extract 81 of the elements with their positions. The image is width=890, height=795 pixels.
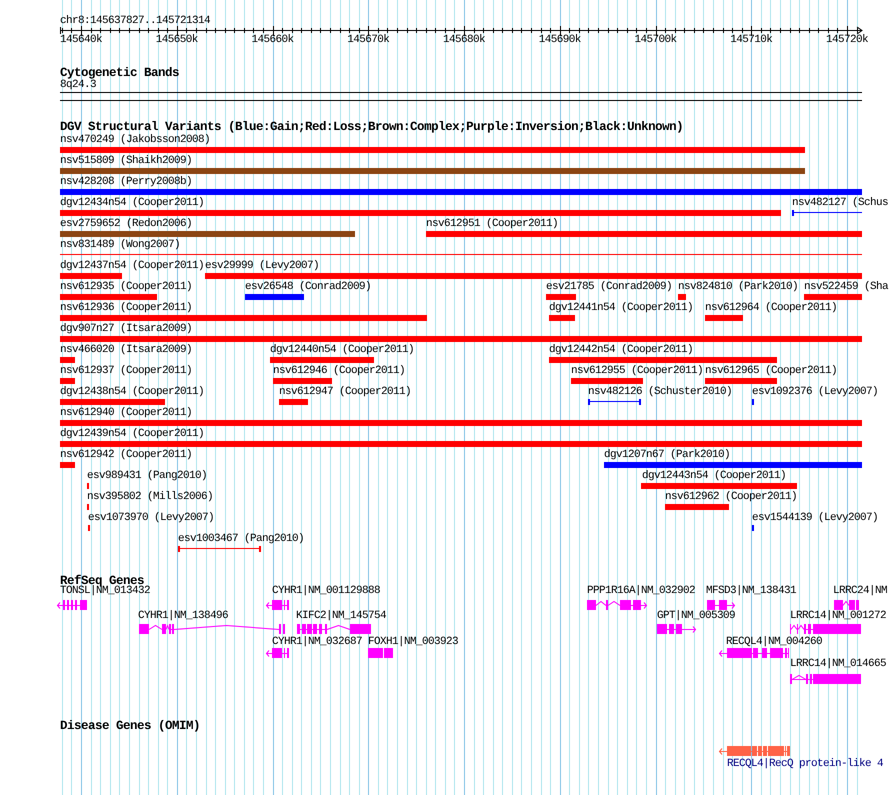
- gene-label: LRRC24|NM: [833, 586, 888, 597]
- variant-label: nsv482127 (Schus: [792, 198, 888, 209]
- variant-label: nsv612962 (Cooper2011): [665, 492, 798, 503]
- gene-label: RECQL4|RecQ protein-like 4: [727, 759, 884, 770]
- track-title: DGV Structural Variants (Blue:Gain;Red:Loss;Brown:Complex;Purple:Inversion;Black:Unknown): [60, 121, 684, 134]
- variant-label: nsv612936 (Cooper2011): [60, 303, 192, 314]
- variant-label: nsv612946 (Cooper2011): [273, 366, 406, 377]
- tick-label: 145700k: [634, 35, 677, 46]
- track-title: Cytogenetic Bands: [60, 67, 180, 80]
- gene-label: PPP1R16A|NM_032902: [587, 586, 696, 597]
- variant-label: dgv12434n54 (Cooper2011): [60, 198, 204, 209]
- variant-label: nsv612947 (Cooper2011): [279, 387, 412, 398]
- variant-label: dgv12441n54 (Cooper2011): [549, 303, 694, 314]
- gene-label: FOXH1|NM_003923: [368, 637, 458, 648]
- tick-label: 145670k: [347, 35, 390, 46]
- gene-model-drawing: [834, 600, 859, 610]
- gene-label: RECQL4|NM_004260: [726, 637, 822, 648]
- variant-label: dgv12443n54 (Cooper2011): [642, 471, 786, 482]
- tick-label: 145660k: [252, 35, 294, 46]
- variant-label: dgv907n27 (Itsara2009): [60, 324, 192, 335]
- gene-label: CYHR1|NM_138496: [138, 611, 228, 622]
- variant-label: dgv12442n54 (Cooper2011): [549, 345, 694, 356]
- variant-label: nsv824810 (Park2010): [678, 282, 798, 293]
- gene-label: CYHR1|NM_001129888: [272, 586, 380, 597]
- variant-label: esv989431 (Pang2010): [87, 471, 208, 482]
- gene-label: TONSL|NM_013432: [60, 586, 150, 597]
- gene-model-drawing: [266, 600, 289, 610]
- variant-label: esv1544139 (Levy2007): [752, 513, 878, 524]
- band-label: 8q24.3: [60, 80, 96, 91]
- gene-label: CYHR1|NM_032687: [272, 637, 362, 648]
- gene-model-drawing: [719, 648, 789, 658]
- variant-label: dgv12437n54 (Cooper2011): [60, 261, 204, 272]
- tick-label: 145650k: [156, 35, 198, 46]
- variant-label: nsv482126 (Schuster2010): [588, 387, 732, 398]
- variant-label: dgv1207n67 (Park2010): [604, 450, 730, 461]
- variant-label: nsv612951 (Cooper2011): [426, 219, 558, 230]
- variant-label: nsv466020 (Itsara2009): [60, 345, 192, 356]
- gene-model-drawing: [57, 600, 87, 610]
- variant-label: nsv470249 (Jakobsson2008): [60, 135, 210, 146]
- variant-label: nsv612942 (Cooper2011): [60, 450, 192, 461]
- variant-label: esv1003467 (Pang2010): [178, 534, 304, 545]
- variant-label: nsv612955 (Cooper2011): [571, 366, 704, 377]
- variant-label: esv1092376 (Levy2007): [752, 387, 878, 398]
- gene-label: LRRC14|NM_014665: [790, 659, 886, 670]
- variant-label: esv26548 (Conrad2009): [245, 282, 372, 293]
- variant-label: dgv12438n54 (Cooper2011): [60, 387, 204, 398]
- variant-label: dgv12440n54 (Cooper2011): [270, 345, 414, 356]
- variant-label: esv29999 (Levy2007): [205, 261, 320, 272]
- gene-model-drawing: [790, 674, 861, 684]
- gene-model-drawing: [266, 648, 289, 658]
- tick-label: 145710k: [730, 35, 772, 46]
- variant-label: dgv12439n54 (Cooper2011): [60, 429, 204, 440]
- gene-model-drawing: [657, 624, 696, 634]
- track-title: Disease Genes (OMIM): [60, 720, 200, 733]
- gene-model-drawing: [719, 746, 790, 756]
- variant-label: nsv515809 (Shaikh2009): [60, 156, 192, 167]
- gene-model-drawing: [790, 624, 861, 634]
- gene-label: KIFC2|NM_145754: [296, 611, 386, 622]
- variant-label: esv21785 (Conrad2009): [546, 282, 672, 293]
- gene-model-drawing: [707, 600, 735, 610]
- gene-model-drawing: [587, 600, 647, 610]
- variant-label: nsv612937 (Cooper2011): [60, 366, 192, 377]
- tick-label: 145640k: [60, 35, 102, 46]
- coordinate-label: chr8:145637827..145721314: [60, 16, 210, 27]
- gene-label: LRRC14|NM_001272: [790, 611, 886, 622]
- variant-label: nsv612935 (Cooper2011): [60, 282, 192, 293]
- tick-label: 145720k: [826, 35, 868, 46]
- variant-label: nsv612965 (Cooper2011): [705, 366, 838, 377]
- tick-label: 145680k: [443, 35, 486, 46]
- variant-label: nsv522459 (Sha: [804, 282, 888, 293]
- variant-label: nsv612964 (Cooper2011): [705, 303, 838, 314]
- variant-label: nsv831489 (Wong2007): [60, 240, 180, 251]
- variant-label: nsv395802 (Mills2006): [87, 492, 214, 503]
- variant-label: esv2759652 (Redon2006): [60, 219, 192, 230]
- tick-label: 145690k: [538, 35, 581, 46]
- gene-model-drawing: [368, 648, 393, 658]
- gene-label: MFSD3|NM_138431: [706, 586, 796, 597]
- variant-label: nsv428208 (Perry2008b): [60, 177, 192, 188]
- gene-label: GPT|NM_005309: [657, 611, 736, 622]
- variant-label: nsv612940 (Cooper2011): [60, 408, 192, 419]
- variant-label: esv1073970 (Levy2007): [88, 513, 214, 524]
